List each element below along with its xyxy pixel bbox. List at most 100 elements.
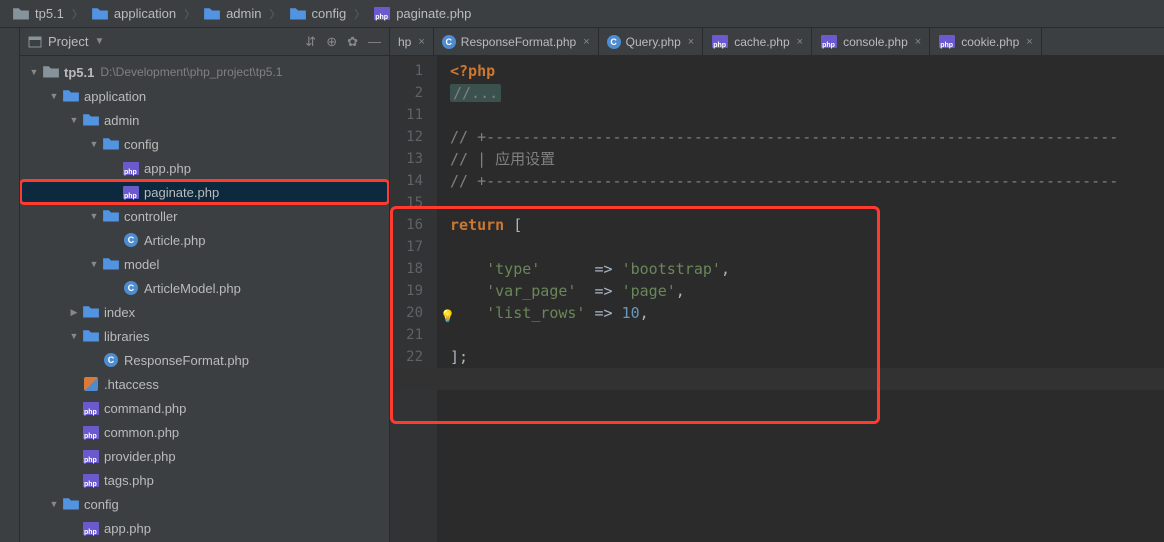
tab-label: ResponseFormat.php [461, 35, 576, 49]
tree-row[interactable]: CArticleModel.php [20, 276, 389, 300]
folder-icon [102, 256, 120, 272]
chevron-down-icon[interactable]: ▼ [66, 115, 82, 125]
locate-icon[interactable]: ⊕ [326, 34, 337, 50]
close-icon[interactable]: × [418, 36, 424, 48]
chevron-right-icon: 〉 [270, 6, 281, 22]
tree-row[interactable]: ▼controller [20, 204, 389, 228]
chevron-right-icon: 〉 [184, 6, 195, 22]
line-number: 11 [390, 104, 437, 126]
project-panel-title[interactable]: Project ▼ [28, 34, 299, 49]
close-icon[interactable]: × [583, 36, 589, 48]
tree-row[interactable]: app.php [20, 156, 389, 180]
tree-row[interactable]: app.php [20, 516, 389, 540]
tree-label: provider.php [104, 449, 176, 464]
tree-label: admin [104, 113, 139, 128]
chevron-down-icon[interactable]: ▼ [46, 499, 62, 509]
tab-label: cache.php [734, 35, 789, 49]
tree-row[interactable]: paginate.php [20, 180, 389, 204]
code-token: <?php [450, 62, 495, 80]
code-content[interactable]: <?php //... // +------------------------… [438, 56, 1164, 542]
project-tree[interactable]: ▼ tp5.1 D:\Development\php_project\tp5.1… [20, 56, 389, 542]
line-number: 21 [390, 324, 437, 346]
settings-icon[interactable]: ✿ [347, 34, 358, 50]
tree-label: common.php [104, 425, 179, 440]
tree-row[interactable]: command.php [20, 396, 389, 420]
tab-cache[interactable]: cache.php × [703, 28, 812, 55]
php-file-icon [938, 35, 956, 48]
tree-label: ResponseFormat.php [124, 353, 249, 368]
tree-row[interactable]: tags.php [20, 468, 389, 492]
tab-partial[interactable]: hp × [390, 28, 434, 55]
chevron-down-icon[interactable]: ▼ [46, 91, 62, 101]
chevron-right-icon: 〉 [72, 6, 83, 22]
tree-row[interactable]: CArticle.php [20, 228, 389, 252]
chevron-down-icon[interactable]: ▼ [66, 331, 82, 341]
tree-label: command.php [104, 401, 186, 416]
tree-row[interactable]: provider.php [20, 444, 389, 468]
code-comment: // +------------------------------------… [450, 128, 1118, 146]
tree-row[interactable]: .htaccess [20, 372, 389, 396]
tree-row[interactable]: common.php [20, 420, 389, 444]
class-icon: C [102, 353, 120, 367]
tree-label: index [104, 305, 135, 320]
tab-label: cookie.php [961, 35, 1019, 49]
breadcrumb-label: application [114, 6, 176, 21]
tree-row[interactable]: ▼ admin [20, 108, 389, 132]
line-number: 22 [390, 346, 437, 368]
collapse-all-icon[interactable]: ⇵ [305, 34, 316, 50]
folder-icon [62, 88, 80, 104]
close-icon[interactable]: × [688, 36, 694, 48]
folder-icon [12, 6, 30, 22]
project-panel-header: Project ▼ ⇵ ⊕ ✿ — [20, 28, 389, 56]
php-file-icon [82, 426, 100, 439]
tree-row[interactable]: ▼config [20, 492, 389, 516]
tree-row-root[interactable]: ▼ tp5.1 D:\Development\php_project\tp5.1 [20, 60, 389, 84]
close-icon[interactable]: × [797, 36, 803, 48]
line-number: 17 [390, 236, 437, 258]
breadcrumb-item-application[interactable]: application [87, 4, 180, 24]
class-icon: C [122, 281, 140, 295]
close-icon[interactable]: × [915, 36, 921, 48]
chevron-down-icon[interactable]: ▼ [86, 259, 102, 269]
breadcrumb-item-admin[interactable]: admin [199, 4, 265, 24]
tab-query[interactable]: C Query.php × [599, 28, 704, 55]
chevron-down-icon: ▼ [94, 36, 104, 47]
folder-icon [62, 496, 80, 512]
breadcrumb-item-root[interactable]: tp5.1 [8, 4, 68, 24]
tab-cookie[interactable]: cookie.php × [930, 28, 1041, 55]
hide-icon[interactable]: — [368, 34, 381, 50]
code-string: 'list_rows' [486, 304, 585, 322]
folder-icon [82, 304, 100, 320]
tree-row[interactable]: C ResponseFormat.php [20, 348, 389, 372]
tab-responseformat[interactable]: C ResponseFormat.php × [434, 28, 599, 55]
line-number: 18 [390, 258, 437, 280]
folder-icon [42, 64, 60, 80]
project-icon [28, 35, 42, 49]
tree-label: .htaccess [104, 377, 159, 392]
tree-row[interactable]: ▼application [20, 84, 389, 108]
line-number: 19 [390, 280, 437, 302]
code-folded[interactable]: //... [450, 84, 501, 102]
tree-row[interactable]: ▼libraries [20, 324, 389, 348]
breadcrumb-label: admin [226, 6, 261, 21]
line-number: 16 [390, 214, 437, 236]
chevron-right-icon[interactable]: ▶ [66, 307, 82, 318]
editor-tabs: hp × C ResponseFormat.php × C Query.php … [390, 28, 1164, 56]
chevron-down-icon[interactable]: ▼ [86, 211, 102, 221]
code-keyword: return [450, 216, 504, 234]
line-number: 14 [390, 170, 437, 192]
breadcrumb-item-config[interactable]: config [285, 4, 351, 24]
tree-row[interactable]: ▶ index [20, 300, 389, 324]
close-icon[interactable]: × [1026, 36, 1032, 48]
chevron-down-icon[interactable]: ▼ [26, 67, 42, 77]
tree-row[interactable]: ▼model [20, 252, 389, 276]
tree-row[interactable]: ▼ config [20, 132, 389, 156]
php-file-icon [122, 162, 140, 175]
tree-label: config [124, 137, 159, 152]
breadcrumb-item-file[interactable]: paginate.php [369, 4, 475, 23]
editor-body[interactable]: 1211121314151617181920💡212223 <?php //..… [390, 56, 1164, 542]
tab-console[interactable]: console.php × [812, 28, 930, 55]
php-file-icon [82, 450, 100, 463]
chevron-down-icon[interactable]: ▼ [86, 139, 102, 149]
line-number: 1 [390, 60, 437, 82]
